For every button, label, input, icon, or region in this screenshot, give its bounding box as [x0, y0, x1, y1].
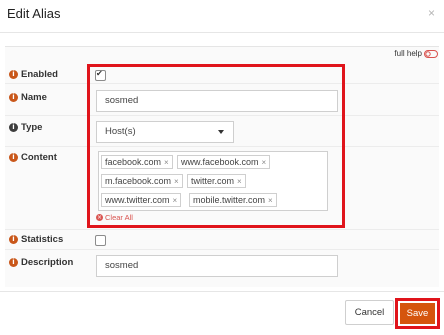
type-label: i Type — [9, 122, 42, 133]
info-circle-icon[interactable]: i — [9, 93, 18, 102]
footer-divider — [0, 291, 444, 292]
full-help-toggle[interactable]: full help — [394, 49, 438, 58]
info-circle-icon[interactable]: i — [9, 123, 18, 132]
name-label-text: Name — [21, 92, 47, 103]
statistics-label-text: Statistics — [21, 234, 64, 245]
description-label: i Description — [9, 257, 73, 268]
header-divider — [0, 32, 444, 33]
statistics-checkbox[interactable] — [95, 235, 106, 246]
enabled-label: i Enabled — [9, 69, 58, 80]
description-input[interactable]: sosmed — [96, 255, 338, 277]
full-help-label: full help — [394, 49, 422, 58]
statistics-label: i Statistics — [9, 234, 63, 245]
info-circle-icon[interactable]: i — [9, 70, 18, 79]
info-circle-icon[interactable]: i — [9, 235, 18, 244]
description-label-text: Description — [21, 257, 74, 268]
row-divider — [5, 249, 439, 250]
name-label: i Name — [9, 92, 47, 103]
row-divider — [5, 229, 439, 230]
save-button[interactable]: Save — [400, 303, 435, 324]
toggle-off-icon — [424, 49, 438, 58]
content-label: i Content — [9, 152, 57, 163]
info-circle-icon[interactable]: i — [9, 258, 18, 267]
info-circle-icon[interactable]: i — [9, 153, 18, 162]
content-label-text: Content — [21, 152, 57, 163]
type-label-text: Type — [21, 122, 43, 133]
dialog-title: Edit Alias — [7, 6, 61, 21]
highlight-annotation — [87, 64, 345, 228]
enabled-label-text: Enabled — [21, 69, 58, 80]
close-icon[interactable]: × — [428, 6, 435, 20]
cancel-button[interactable]: Cancel — [345, 300, 394, 325]
